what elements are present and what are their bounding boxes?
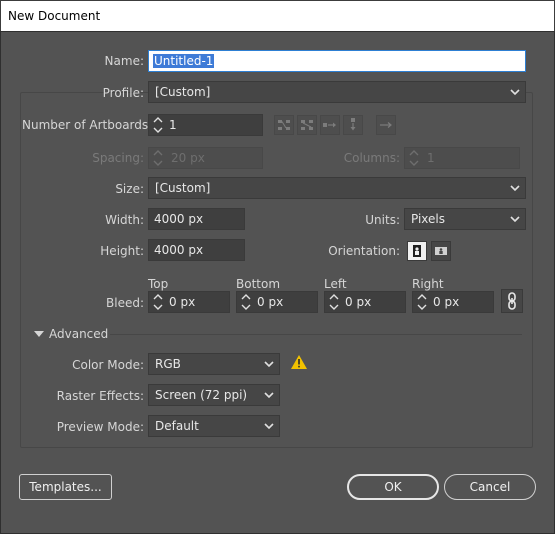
chevron-down-icon — [510, 185, 520, 192]
triangle-down-icon[interactable] — [33, 330, 45, 338]
portrait-icon — [413, 245, 421, 257]
raster-effects-label: Raster Effects: — [56, 389, 144, 403]
grid-by-row-button[interactable] — [274, 115, 294, 135]
columns-value: 1 — [427, 151, 435, 165]
advanced-toggle[interactable]: Advanced — [49, 327, 108, 341]
raster-effects-value: Screen (72 ppi) — [155, 388, 248, 402]
chevron-down-icon — [264, 361, 274, 368]
color-mode-value: RGB — [155, 357, 181, 371]
spacing-label: Spacing: — [92, 151, 144, 165]
cancel-button[interactable]: Cancel — [444, 474, 536, 500]
name-input[interactable]: Untitled-1 — [148, 50, 526, 72]
link-bleed-button[interactable] — [501, 289, 523, 313]
size-value: [Custom] — [155, 181, 211, 195]
bleed-top-value: 0 px — [169, 295, 196, 309]
size-select[interactable]: [Custom] — [148, 177, 526, 199]
landscape-icon — [435, 247, 447, 255]
artboards-label: Number of Artboards: — [22, 118, 153, 132]
name-label: Name: — [104, 54, 144, 68]
profile-label: Profile: — [102, 86, 144, 100]
bleed-left-label: Left — [324, 277, 347, 291]
color-mode-select[interactable]: RGB — [148, 353, 280, 375]
preview-mode-label: Preview Mode: — [56, 420, 144, 434]
bleed-bottom-value: 0 px — [257, 295, 284, 309]
bleed-bottom-spinner-icon[interactable] — [239, 291, 255, 313]
artboards-value: 1 — [169, 118, 177, 132]
warning-icon — [291, 355, 307, 369]
width-label: Width: — [105, 213, 144, 227]
advanced-divider — [110, 334, 522, 335]
units-value: Pixels — [411, 212, 446, 226]
orientation-label: Orientation: — [328, 244, 400, 258]
preview-mode-value: Default — [155, 419, 199, 433]
bleed-top-spinner-icon[interactable] — [151, 291, 167, 313]
bleed-right-value: 0 px — [433, 295, 460, 309]
bleed-label: Bleed: — [106, 296, 144, 310]
chevron-down-icon — [264, 392, 274, 399]
bleed-left-spinner-icon[interactable] — [327, 291, 343, 313]
units-select[interactable]: Pixels — [404, 208, 526, 230]
artboards-spinner-icon[interactable] — [151, 114, 167, 136]
title-bar: New Document — [0, 0, 555, 31]
portrait-button[interactable] — [407, 241, 427, 261]
columns-spinner-icon[interactable] — [407, 147, 423, 169]
width-input[interactable]: 4000 px — [148, 208, 245, 230]
bleed-bottom-label: Bottom — [236, 277, 281, 291]
bleed-left-value: 0 px — [345, 295, 372, 309]
landscape-button[interactable] — [431, 241, 451, 261]
color-mode-label: Color Mode: — [72, 358, 144, 372]
spacing-value: 20 px — [171, 151, 205, 165]
height-value: 4000 px — [154, 243, 204, 257]
grid-by-column-icon — [301, 120, 313, 130]
columns-label: Columns: — [343, 151, 400, 165]
arrange-by-column-button[interactable] — [343, 115, 363, 135]
chevron-down-icon — [510, 216, 520, 223]
chevron-down-icon — [264, 423, 274, 430]
chevron-down-icon — [510, 89, 520, 96]
link-icon — [508, 292, 516, 310]
right-to-left-button[interactable] — [376, 115, 396, 135]
spacing-spinner-icon[interactable] — [151, 147, 167, 169]
bleed-right-spinner-icon[interactable] — [415, 291, 431, 313]
ok-button[interactable]: OK — [347, 474, 439, 500]
bleed-top-label: Top — [148, 277, 169, 291]
grid-by-row-icon — [278, 120, 290, 130]
size-label: Size: — [115, 182, 144, 196]
right-to-left-icon — [380, 122, 392, 128]
grid-by-column-button[interactable] — [297, 115, 317, 135]
height-label: Height: — [100, 244, 144, 258]
raster-effects-select[interactable]: Screen (72 ppi) — [148, 384, 280, 406]
profile-value: [Custom] — [155, 85, 211, 99]
arrange-by-row-button[interactable] — [320, 115, 340, 135]
height-input[interactable]: 4000 px — [148, 239, 245, 261]
profile-select[interactable]: [Custom] — [148, 81, 526, 103]
templates-button[interactable]: Templates... — [19, 474, 112, 500]
arrange-by-column-icon — [350, 118, 356, 131]
name-value: Untitled-1 — [153, 54, 215, 68]
window-title: New Document — [8, 9, 101, 23]
preview-mode-select[interactable]: Default — [148, 415, 280, 437]
units-label: Units: — [365, 213, 400, 227]
bleed-right-label: Right — [412, 277, 444, 291]
width-value: 4000 px — [154, 212, 204, 226]
arrange-by-row-icon — [323, 122, 336, 128]
